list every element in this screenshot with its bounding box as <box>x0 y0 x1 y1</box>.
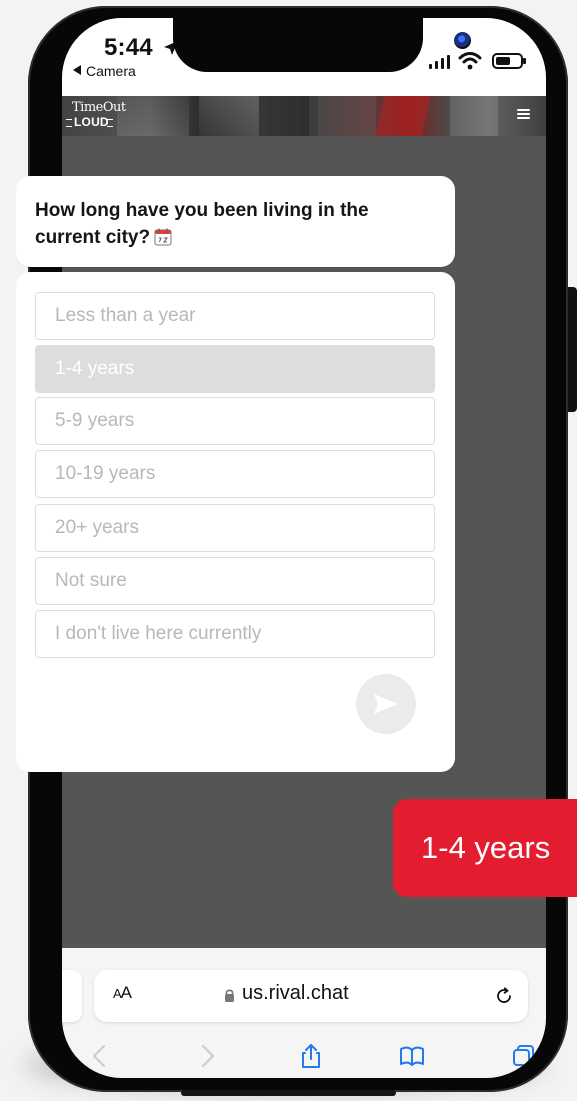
calendar-icon <box>154 228 172 246</box>
banner-image-tile <box>259 96 309 136</box>
tabs-icon[interactable] <box>510 1042 538 1070</box>
text-size-small-label: A <box>113 986 122 1001</box>
lock-icon <box>225 989 234 1002</box>
banner-image-tile <box>375 96 431 136</box>
site-header-banner: TimeOut LOUD <box>62 96 546 136</box>
mobile-screenshot: 5:44 Camera TimeOut LOUD AA us.rival.cha… <box>0 0 577 1101</box>
book-icon[interactable] <box>398 1042 426 1070</box>
answer-option-1-4-years[interactable]: 1-4 years <box>35 345 435 393</box>
survey-question-card: How long have you been living in the cur… <box>16 176 455 267</box>
banner-image-tile <box>117 96 189 136</box>
back-triangle-icon <box>73 65 81 75</box>
answer-option-not-living-here[interactable]: I don't live here currently <box>35 610 435 658</box>
cellular-signal-icon <box>429 55 450 69</box>
url-text: us.rival.chat <box>242 982 349 1004</box>
phone-side-button <box>568 287 577 412</box>
send-icon <box>374 694 398 714</box>
banner-image-tile <box>450 96 498 136</box>
survey-question: How long have you been living in the cur… <box>35 197 425 251</box>
survey-question-text: How long have you been living in the cur… <box>35 200 369 248</box>
back-icon[interactable] <box>86 1042 114 1070</box>
banner-image-tile <box>199 96 259 136</box>
wifi-icon <box>458 52 482 70</box>
address-bar[interactable]: AA us.rival.chat <box>94 970 528 1022</box>
hamburger-menu-icon[interactable] <box>517 109 530 120</box>
logo-top-text: TimeOut <box>72 100 126 115</box>
safari-bottom-toolbar: AA us.rival.chat <box>62 948 546 1078</box>
forward-icon[interactable] <box>193 1042 221 1070</box>
status-time: 5:44 <box>104 34 153 61</box>
text-size-large-label: A <box>120 983 132 1002</box>
home-indicator <box>181 1090 396 1096</box>
menu-line <box>517 113 530 115</box>
previous-tab-chip[interactable] <box>62 970 82 1022</box>
battery-icon <box>492 53 526 69</box>
reload-icon[interactable] <box>494 986 514 1006</box>
front-camera <box>454 32 471 49</box>
send-button[interactable] <box>356 674 416 734</box>
share-icon[interactable] <box>297 1042 325 1070</box>
phone-notch <box>173 18 471 72</box>
survey-answer-card: Less than a year 1-4 years 5-9 years 10-… <box>16 272 455 772</box>
answer-option-not-sure[interactable]: Not sure <box>35 557 435 605</box>
back-label: Camera <box>86 63 136 79</box>
timeout-loud-logo[interactable]: TimeOut LOUD <box>66 101 126 131</box>
answer-option-10-19-years[interactable]: 10-19 years <box>35 450 435 498</box>
browser-navigation-row <box>62 1042 546 1072</box>
answer-option-20-plus-years[interactable]: 20+ years <box>35 504 435 552</box>
chat-reply-bubble: 1-4 years <box>393 799 577 897</box>
answer-option-less-than-a-year[interactable]: Less than a year <box>35 292 435 340</box>
menu-line <box>517 109 530 111</box>
menu-line <box>517 117 530 119</box>
logo-decoration-right <box>107 119 113 127</box>
banner-image-tile <box>318 96 376 136</box>
answer-option-5-9-years[interactable]: 5-9 years <box>35 397 435 445</box>
status-bar: 5:44 Camera <box>62 18 546 96</box>
logo-bottom-text: LOUD <box>74 115 109 129</box>
logo-decoration-left <box>66 119 72 127</box>
text-size-button[interactable]: AA <box>113 983 132 1003</box>
